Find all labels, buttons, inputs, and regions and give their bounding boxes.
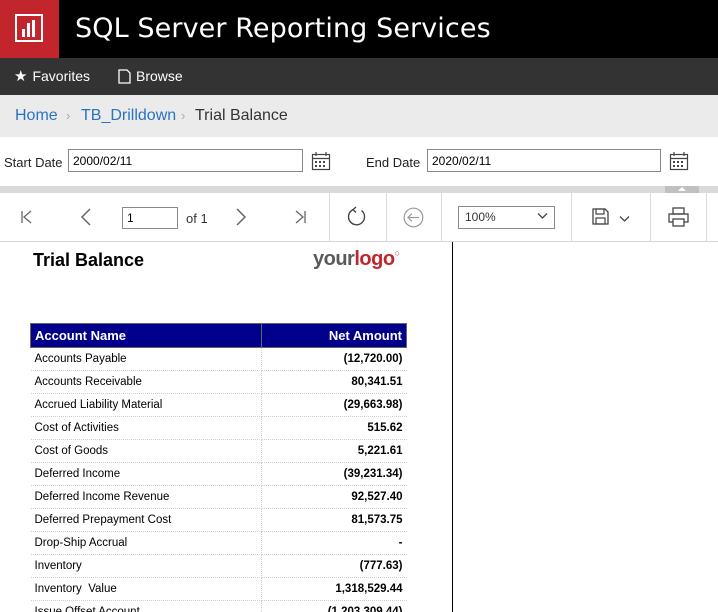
table-row: Accounts Payable (12,720.00): [30, 347, 407, 371]
end-date-label: End Date: [366, 155, 421, 170]
column-header-account: Account Name: [30, 323, 262, 348]
app-title: SQL Server Reporting Services: [75, 13, 491, 44]
nav-bar: ★ Favorites Browse: [0, 58, 718, 95]
first-page-icon[interactable]: [19, 209, 35, 225]
document-icon: [118, 68, 131, 84]
logo-mark-icon: ○: [394, 248, 400, 258]
browse-label: Browse: [136, 68, 183, 84]
account-name-cell: Cost of Activities: [30, 416, 262, 440]
account-name-cell: Deferred Income Revenue: [30, 485, 262, 509]
back-to-parent-icon[interactable]: [403, 207, 424, 228]
report-toolbar: of 1 100%: [0, 193, 718, 242]
start-date-input[interactable]: [68, 149, 303, 172]
next-page-icon[interactable]: [233, 208, 249, 226]
browse-link[interactable]: Browse: [118, 68, 183, 84]
breadcrumb: Home › TB_Drilldown › Trial Balance: [0, 95, 718, 137]
zoom-select[interactable]: 100%: [458, 206, 555, 229]
parameters-pane: Start Date End Date: [0, 137, 718, 186]
report-title: Trial Balance: [33, 250, 145, 270]
logo-your-text: your: [313, 248, 355, 270]
start-date-label: Start Date: [4, 155, 63, 170]
net-amount-cell: 515.62: [261, 416, 407, 440]
toolbar-separator: [329, 193, 330, 241]
net-amount-cell: 81,573.75: [261, 508, 407, 532]
breadcrumb-home[interactable]: Home: [15, 107, 58, 125]
net-amount-cell: 5,221.61: [261, 439, 407, 463]
ssrs-logo[interactable]: [0, 0, 59, 58]
toolbar-separator: [441, 193, 442, 241]
account-name-cell: Accounts Payable: [30, 347, 262, 371]
net-amount-cell: (39,231.34): [261, 462, 407, 486]
account-name-cell: Inventory Value: [30, 577, 262, 601]
table-body: Accounts Payable (12,720.00) Accounts Rec…: [30, 347, 407, 612]
table-row: Deferred Income Revenue 92,527.40: [30, 485, 407, 509]
account-name-cell: Deferred Prepayment Cost: [30, 508, 262, 532]
previous-page-icon[interactable]: [79, 208, 95, 226]
chevron-down-icon: [537, 213, 548, 219]
net-amount-cell: (29,663.98): [261, 393, 407, 417]
table-row: Accounts Receivable 80,341.51: [30, 370, 407, 394]
end-date-input[interactable]: [427, 149, 661, 172]
print-icon[interactable]: [668, 207, 689, 227]
zoom-value: 100%: [465, 210, 496, 224]
title-bar: SQL Server Reporting Services: [0, 0, 718, 58]
last-page-icon[interactable]: [292, 209, 308, 225]
collapse-parameters-button[interactable]: [665, 186, 699, 193]
report-chart-icon: [15, 14, 43, 42]
favorites-label: Favorites: [32, 68, 91, 84]
net-amount-cell: 80,341.51: [261, 370, 407, 394]
breadcrumb-current: Trial Balance: [195, 107, 288, 124]
logo-logo-text: logo: [354, 248, 395, 270]
table-row: Inventory Value 1,318,529.44: [30, 577, 407, 601]
save-icon[interactable]: [592, 208, 609, 225]
toolbar-separator: [706, 193, 707, 241]
parameter-splitter: [0, 186, 718, 193]
table-row: Accrued Liability Material (29,663.98): [30, 393, 407, 417]
table-row: Deferred Income (39,231.34): [30, 462, 407, 486]
table-row: Issue Offset Account (1,203,309.44): [30, 600, 407, 612]
export-chevron-down-icon[interactable]: [619, 215, 630, 223]
calendar-icon[interactable]: [669, 151, 689, 171]
account-name-cell: Cost of Goods: [30, 439, 262, 463]
net-amount-cell: (12,720.00): [261, 347, 407, 371]
toolbar-separator: [650, 193, 651, 241]
table-row: Cost of Goods 5,221.61: [30, 439, 407, 463]
table-row: Cost of Activities 515.62: [30, 416, 407, 440]
account-name-cell: Deferred Income: [30, 462, 262, 486]
page-number-input[interactable]: [122, 207, 178, 229]
calendar-icon[interactable]: [311, 151, 331, 171]
ssrs-page: SQL Server Reporting Services ★ Favorite…: [0, 0, 718, 612]
column-header-amount: Net Amount: [261, 323, 407, 348]
report-viewer: Trial Balance yourlogo○ Account Name Net…: [0, 242, 453, 612]
table-row: Inventory (777.63): [30, 554, 407, 578]
report-logo: yourlogo○: [313, 248, 400, 271]
account-name-cell: Accounts Receivable: [30, 370, 262, 394]
net-amount-cell: 92,527.40: [261, 485, 407, 509]
account-name-cell: Accrued Liability Material: [30, 393, 262, 417]
table-header-row: Account Name Net Amount: [30, 323, 407, 348]
breadcrumb-folder[interactable]: TB_Drilldown: [81, 107, 176, 125]
net-amount-cell: (777.63): [261, 554, 407, 578]
account-name-cell: Inventory: [30, 554, 262, 578]
table-row: Deferred Prepayment Cost 81,573.75: [30, 508, 407, 532]
chevron-right-icon: ›: [181, 108, 186, 123]
account-name-cell: Issue Offset Account: [30, 600, 262, 612]
page-count-label: of 1: [186, 211, 208, 226]
favorites-link[interactable]: ★ Favorites: [14, 68, 90, 84]
toolbar-separator: [571, 193, 572, 241]
toolbar-separator: [386, 193, 387, 241]
refresh-icon[interactable]: [346, 206, 368, 228]
star-icon: ★: [14, 67, 28, 85]
chevron-right-icon: ›: [66, 108, 71, 123]
account-name-cell: Drop-Ship Accrual: [30, 531, 262, 555]
table-row: Drop-Ship Accrual -: [30, 531, 407, 555]
trial-balance-table: Account Name Net Amount Accounts Payable…: [30, 323, 407, 612]
net-amount-cell: -: [261, 531, 407, 555]
net-amount-cell: 1,318,529.44: [261, 577, 407, 601]
net-amount-cell: (1,203,309.44): [261, 600, 407, 612]
